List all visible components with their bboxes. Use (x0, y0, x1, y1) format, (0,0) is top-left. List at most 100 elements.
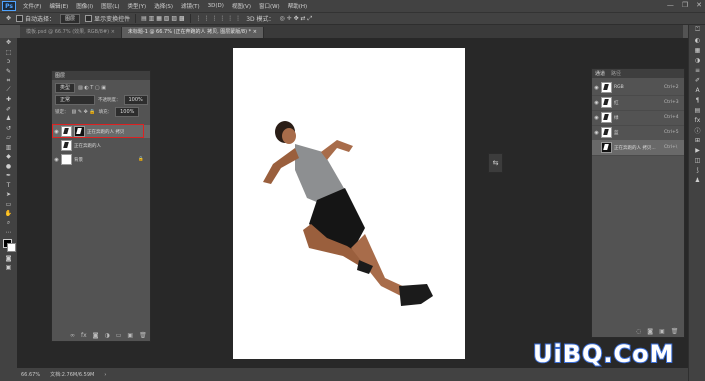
opacity-field[interactable]: 100% (123, 95, 148, 105)
navigator-icon[interactable]: ⊞ (689, 135, 705, 145)
type-tool-icon[interactable]: T (0, 181, 17, 191)
visibility-eye-icon[interactable]: ◉ (592, 85, 601, 91)
move-tool-icon[interactable]: ✥ (6, 15, 11, 22)
pen-tool-icon[interactable]: ✒ (0, 171, 17, 181)
channel-row[interactable]: ◉ 绿 Ctrl+4 (592, 110, 684, 126)
healing-tool-icon[interactable]: ✚ (0, 95, 17, 105)
tab-channels[interactable]: 通道 (595, 70, 605, 77)
restore-button[interactable]: ❐ (682, 1, 688, 9)
distribute-icons[interactable]: ⋮ ⋮ ⋮ ⋮ ⋮ ⋮ (196, 15, 242, 22)
layer-comps-icon[interactable]: ◫ (689, 155, 705, 165)
layer-filter-dropdown[interactable]: 类型 (55, 83, 76, 93)
eraser-tool-icon[interactable]: ▱ (0, 133, 17, 143)
color-swatches-icon[interactable] (0, 238, 17, 254)
visibility-eye-icon[interactable]: ◉ (52, 157, 61, 163)
blur-tool-icon[interactable]: ◆ (0, 152, 17, 162)
menu-help[interactable]: 帮助(H) (284, 2, 311, 10)
add-mask-icon[interactable]: ◙ (93, 332, 99, 339)
shape-tool-icon[interactable]: ▭ (0, 200, 17, 210)
blend-mode-dropdown[interactable]: 正常 (55, 95, 95, 105)
menu-type[interactable]: 类型(Y) (124, 2, 151, 10)
character-icon[interactable]: A (689, 85, 705, 95)
new-layer-icon[interactable]: ▣ (127, 332, 133, 339)
fill-field[interactable]: 100% (115, 107, 140, 117)
panel-collapse-button[interactable]: ⇆ (488, 153, 503, 173)
tab-paths[interactable]: 路径 (611, 70, 621, 77)
styles-icon[interactable]: fx (689, 115, 705, 125)
minimize-button[interactable]: — (667, 1, 674, 9)
brush-preset-icon[interactable]: ✐ (689, 75, 705, 85)
load-selection-icon[interactable]: ◌ (636, 328, 641, 335)
clone-source-icon[interactable]: ♟ (689, 175, 705, 185)
visibility-eye-icon[interactable]: ◉ (592, 100, 601, 106)
channel-shortcut: Ctrl+\ (664, 145, 678, 150)
crop-tool-icon[interactable]: ⌗ (0, 76, 17, 86)
tab-untitled[interactable]: 未标题-1 @ 66.7% (正在奔跑的人 拷贝, 图层蒙版/8) * × (121, 27, 264, 38)
properties-icon[interactable]: ≡ (689, 65, 705, 75)
new-channel-icon[interactable]: ▣ (659, 328, 665, 335)
layer-row[interactable]: 正在奔跑的人 (52, 139, 150, 152)
lasso-tool-icon[interactable]: ↄ (0, 57, 17, 67)
stamp-tool-icon[interactable]: ♟ (0, 114, 17, 124)
menu-select[interactable]: 选择(S) (150, 2, 177, 10)
fx-icon[interactable]: fx (81, 332, 87, 339)
move-tool-icon[interactable]: ✥ (0, 38, 17, 48)
hand-tool-icon[interactable]: ✋ (0, 209, 17, 219)
show-transform-checkbox[interactable] (85, 15, 93, 22)
close-button[interactable]: ✕ (696, 1, 702, 9)
menu-window[interactable]: 窗口(W) (255, 2, 284, 10)
menu-layer[interactable]: 图层(L) (97, 2, 123, 10)
tab-template[interactable]: 模板.psd @ 66.7% (效果, RGB/8#) × (20, 27, 122, 38)
quick-select-tool-icon[interactable]: ✎ (0, 67, 17, 77)
dodge-tool-icon[interactable]: ● (0, 162, 17, 172)
color-icon[interactable]: ◐ (689, 35, 705, 45)
menu-filter[interactable]: 滤镜(T) (177, 2, 204, 10)
info-icon[interactable]: ⓘ (689, 125, 705, 135)
history-icon[interactable]: ⏍ (689, 25, 705, 35)
auto-select-dropdown[interactable]: 图层 (60, 13, 81, 24)
swatches-icon[interactable]: ▦ (689, 45, 705, 55)
paragraph-icon[interactable]: ¶ (689, 95, 705, 105)
channel-row[interactable]: ◉ 红 Ctrl+3 (592, 95, 684, 111)
delete-icon[interactable]: 🗑 (671, 328, 679, 335)
menu-3d[interactable]: 3D(D) (204, 3, 228, 9)
group-icon[interactable]: ▭ (116, 332, 122, 339)
delete-icon[interactable]: 🗑 (139, 332, 147, 339)
filter-icons[interactable]: ▨ ◐ T ▢ ▣ (78, 85, 106, 91)
channel-row[interactable]: ◉ RGB Ctrl+2 (592, 80, 684, 96)
actions-icon[interactable]: ▶ (689, 145, 705, 155)
channel-row[interactable]: 正在奔跑的人 拷贝... Ctrl+\ (592, 140, 684, 156)
layers-tab[interactable]: 图层 (55, 72, 65, 79)
menu-image[interactable]: 图像(I) (72, 2, 97, 10)
zoom-tool-icon[interactable]: ⌕ (0, 219, 17, 229)
brush-tool-icon[interactable]: ✐ (0, 105, 17, 115)
status-menu-arrow-icon[interactable]: › (104, 372, 106, 378)
save-selection-icon[interactable]: ◙ (647, 328, 653, 335)
quick-mask-icon[interactable]: ◙ (0, 254, 17, 264)
align-icons[interactable]: ▤ ▥ ▦ ▧ ▨ ▩ (141, 15, 185, 22)
auto-select-checkbox[interactable] (16, 15, 24, 22)
adjustment-icon[interactable]: ◑ (105, 332, 110, 339)
visibility-eye-icon[interactable]: ◉ (592, 130, 601, 136)
gradient-tool-icon[interactable]: ▥ (0, 143, 17, 153)
link-icon[interactable]: ∞ (70, 332, 75, 339)
more-tools-icon[interactable]: ⋯ (0, 228, 17, 238)
document-canvas[interactable] (233, 48, 465, 359)
3d-mode-icons[interactable]: ◎ ✛ ✥ ⇄ ⤢ (280, 15, 313, 23)
menu-file[interactable]: 文件(F) (19, 2, 45, 10)
libraries-icon[interactable]: ▤ (689, 105, 705, 115)
history-brush-tool-icon[interactable]: ↺ (0, 124, 17, 134)
screen-mode-icon[interactable]: ▣ (0, 263, 17, 273)
visibility-eye-icon[interactable]: ◉ (592, 115, 601, 121)
adjustments-icon[interactable]: ◑ (689, 55, 705, 65)
menu-view[interactable]: 视图(V) (228, 2, 255, 10)
paths-icon[interactable]: ⟆ (689, 165, 705, 175)
layer-row[interactable]: ◉ 背景 🔒 (52, 153, 150, 166)
menu-edit[interactable]: 编辑(E) (45, 2, 72, 10)
zoom-level[interactable]: 66.67% (21, 372, 40, 378)
eyedropper-tool-icon[interactable]: ⟋ (0, 86, 17, 96)
channel-row[interactable]: ◉ 蓝 Ctrl+5 (592, 125, 684, 141)
lock-icons[interactable]: ▨ ✎ ✥ 🔒 (72, 109, 96, 115)
marquee-tool-icon[interactable]: ⬚ (0, 48, 17, 58)
path-select-tool-icon[interactable]: ➤ (0, 190, 17, 200)
